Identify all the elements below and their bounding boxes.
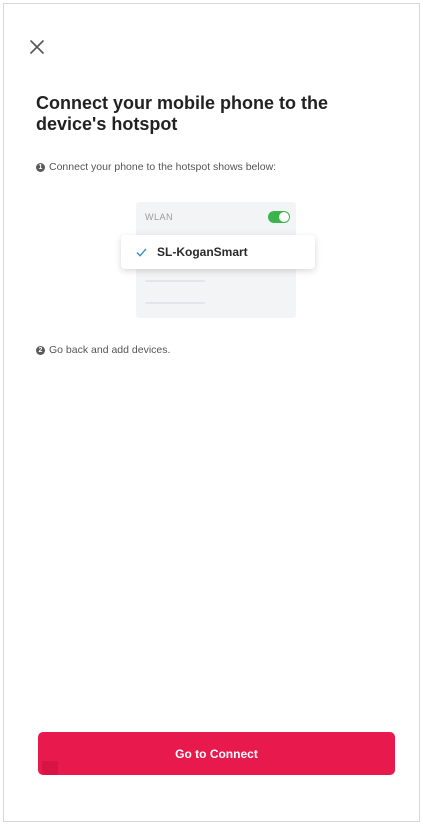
step-2-number: 2 [36,345,45,355]
page-title: Connect your mobile phone to the device'… [36,93,328,134]
go-to-connect-label: Go to Connect [175,746,258,761]
hotspot-connect-screen: Connect your mobile phone to the device'… [3,3,420,822]
close-icon[interactable] [28,38,46,56]
wlan-toggle-knob [279,212,289,222]
button-corner-mark [42,761,58,775]
placeholder-line [145,280,205,282]
checkmark-icon [136,248,147,256]
wlan-toggle [268,211,290,223]
step-2-instruction: 2 Go back and add devices. [36,344,170,356]
network-item-selected: SL-KoganSmart [121,235,315,269]
step-2-text: Go back and add devices. [49,344,171,356]
step-1-number: 1 [36,162,45,172]
go-to-connect-button[interactable]: Go to Connect [38,732,395,775]
step-1-text: Connect your phone to the hotspot shows … [49,161,277,173]
network-name: SL-KoganSmart [157,245,248,259]
placeholder-line [145,302,205,304]
wlan-label: WLAN [145,212,174,222]
step-1-instruction: 1 Connect your phone to the hotspot show… [36,161,276,173]
